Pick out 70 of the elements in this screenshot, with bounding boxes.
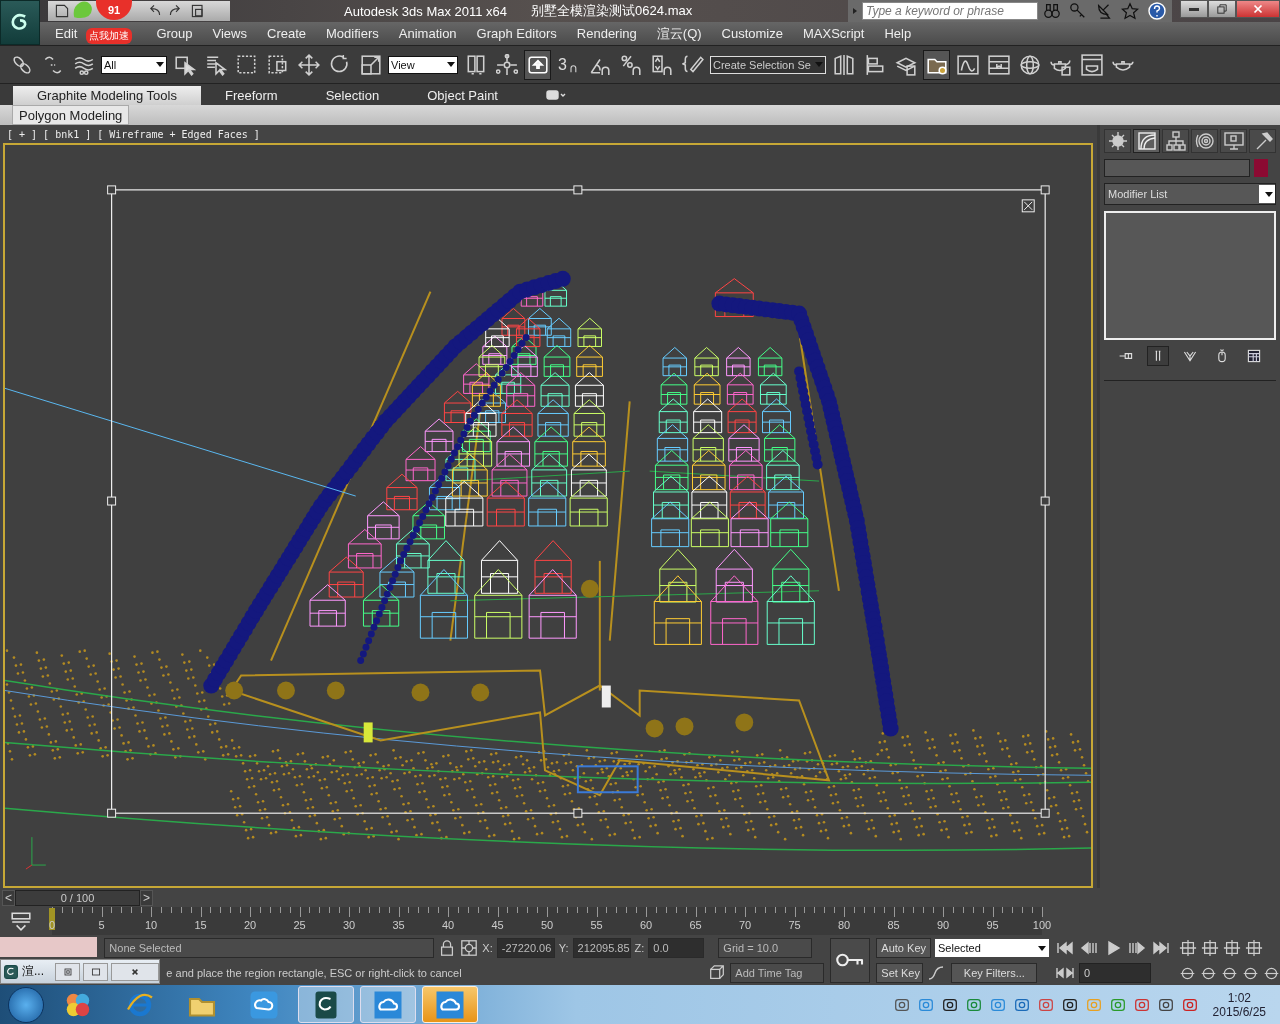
menu-item[interactable]: 渲云(Q) bbox=[646, 24, 712, 43]
dropdown[interactable]: View bbox=[388, 55, 458, 74]
add-time-tag-field[interactable]: Add Time Tag bbox=[730, 963, 825, 983]
previous-frame-button[interactable]: < bbox=[2, 889, 15, 906]
frame-number: 45 bbox=[491, 919, 504, 931]
key-mode-dropdown[interactable]: Selected bbox=[935, 939, 1049, 957]
x-coordinate-field[interactable]: -27220.06 bbox=[496, 938, 555, 958]
frame-number: 100 bbox=[1032, 919, 1052, 931]
axis-label: X: bbox=[482, 942, 493, 954]
frame-number: 20 bbox=[243, 919, 257, 931]
frame-number: 0 bbox=[48, 919, 56, 931]
menu-item[interactable]: MAXScript bbox=[793, 26, 875, 41]
selection-status-field: None Selected bbox=[104, 938, 435, 958]
key-filters-button[interactable]: Key Filters... bbox=[951, 963, 1038, 983]
menu-item[interactable]: Help bbox=[874, 26, 922, 41]
frame-number: 55 bbox=[590, 919, 603, 931]
set-key-text-button[interactable]: Set Key bbox=[876, 963, 924, 983]
ribbon-tab[interactable]: Graphite Modeling Tools bbox=[13, 86, 201, 105]
frame-number: 80 bbox=[837, 919, 851, 931]
ribbon-tab[interactable]: Object Paint bbox=[403, 86, 522, 105]
auto-key-button[interactable]: Auto Key bbox=[876, 938, 931, 958]
frame-number: 50 bbox=[540, 919, 554, 931]
search-field[interactable]: Type a keyword or phrase bbox=[862, 2, 1038, 20]
frame-number: 65 bbox=[689, 919, 702, 931]
frame-number: 90 bbox=[936, 919, 950, 931]
frame-number: 40 bbox=[441, 919, 455, 931]
viewport-label[interactable]: [ + ] bbox=[7, 128, 38, 140]
frame-number: 10 bbox=[144, 919, 158, 931]
frame-number: 35 bbox=[392, 919, 405, 931]
menu-item[interactable]: Graph Editors bbox=[466, 26, 567, 41]
current-frame-spinner[interactable]: 0 bbox=[1079, 963, 1151, 983]
menu-item[interactable]: Animation bbox=[388, 26, 467, 41]
prompt-text: e and place the region rectangle, ESC or right-click to cancel bbox=[166, 967, 462, 979]
axis-label: Z: bbox=[634, 942, 645, 954]
clock-date[interactable]: 2015/6/25 bbox=[1212, 1004, 1266, 1019]
frame-number: 95 bbox=[986, 919, 999, 931]
ribbon-tab[interactable]: Selection bbox=[301, 86, 404, 105]
frame-number: 25 bbox=[293, 919, 306, 931]
axis-label: Y: bbox=[558, 942, 569, 954]
viewport-label[interactable]: [ bnk1 ] bbox=[43, 128, 92, 140]
file-name: 别墅全模渲染测试0624.max bbox=[531, 2, 693, 20]
modifier-list-dropdown[interactable]: Modifier List bbox=[1104, 183, 1276, 205]
menu-item[interactable]: Edit bbox=[48, 26, 85, 41]
y-coordinate-field[interactable]: 212095.85 bbox=[572, 938, 631, 958]
frame-number: 75 bbox=[788, 919, 801, 931]
dropdown[interactable]: All bbox=[101, 55, 167, 74]
clock-time[interactable]: 1:02 bbox=[1227, 990, 1251, 1005]
frame-number: 70 bbox=[738, 919, 752, 931]
grid-size-field: Grid = 10.0 bbox=[718, 938, 813, 958]
frame-number: 30 bbox=[342, 919, 356, 931]
menu-item[interactable]: Views bbox=[202, 26, 257, 41]
z-coordinate-field[interactable]: 0.0 bbox=[648, 938, 705, 958]
viewport-label[interactable]: [ Wireframe + Edged Faces ] bbox=[97, 128, 260, 140]
frame-number: 15 bbox=[194, 919, 207, 931]
window-title: 渲... bbox=[22, 963, 44, 980]
ribbon-tab[interactable]: Freeform bbox=[200, 86, 302, 105]
time-slider-thumb[interactable]: 0 / 100 bbox=[15, 889, 140, 906]
window-title: Autodesk 3ds Max 2011 x64 bbox=[344, 3, 508, 19]
frame-number: 60 bbox=[639, 919, 653, 931]
next-frame-button[interactable]: > bbox=[140, 889, 153, 906]
ribbon-panel-tab[interactable]: Polygon Modeling bbox=[12, 105, 130, 125]
menu-item[interactable]: Modifiers bbox=[316, 26, 389, 41]
menu-item[interactable]: Create bbox=[257, 26, 317, 41]
dropdown[interactable]: Create Selection Se bbox=[710, 55, 826, 74]
menu-item[interactable]: Group bbox=[146, 26, 203, 41]
menu-item[interactable]: Customize bbox=[711, 26, 793, 41]
frame-number: 85 bbox=[887, 919, 900, 931]
menu-item[interactable]: Rendering bbox=[566, 26, 647, 41]
speed-up-label[interactable]: 点我加速 bbox=[86, 28, 132, 44]
frame-number: 5 bbox=[98, 919, 105, 931]
